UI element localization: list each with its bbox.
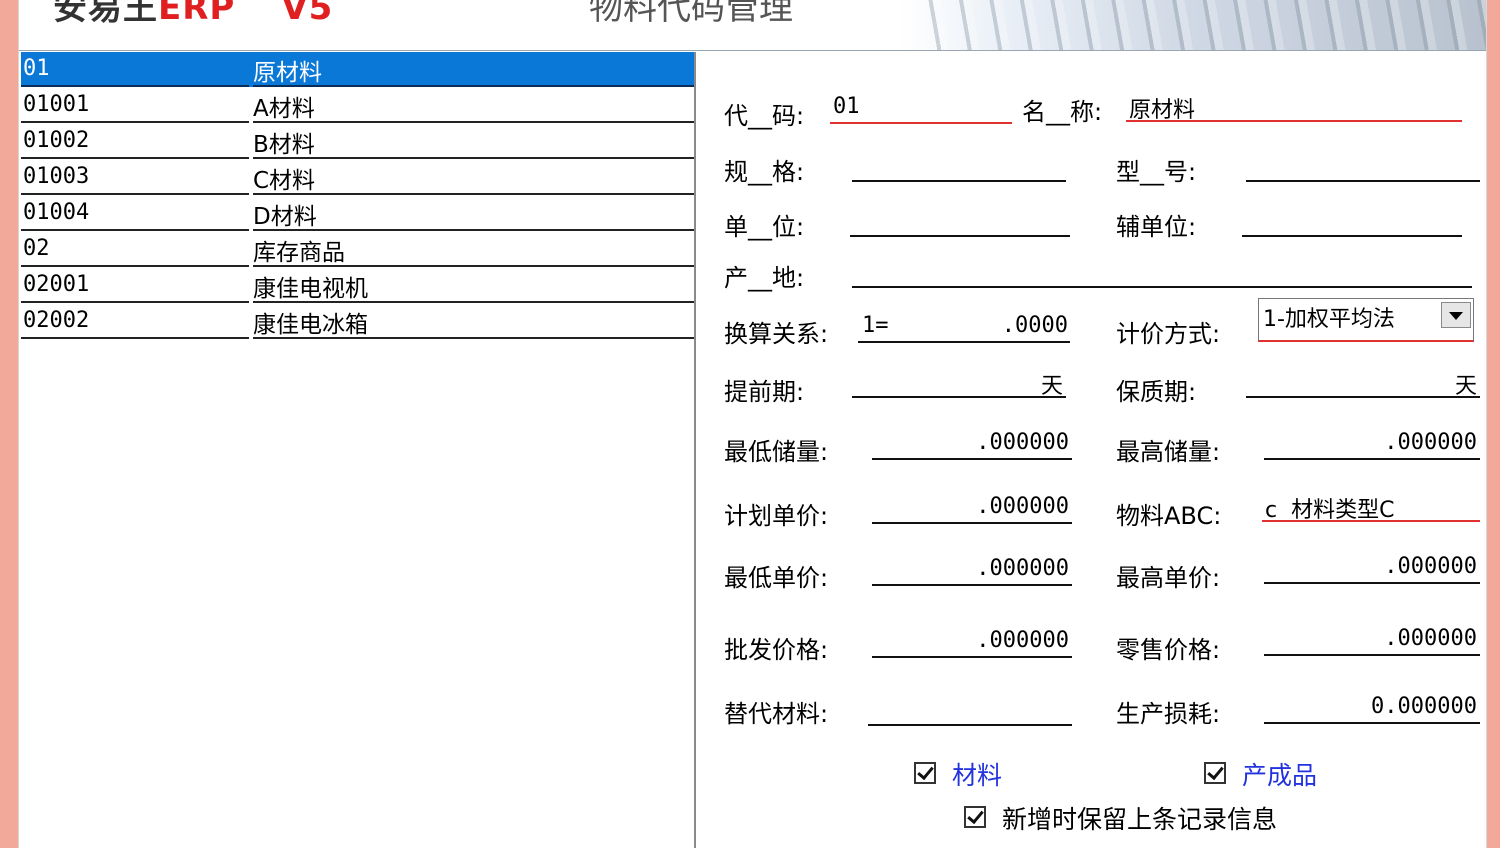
unit-field[interactable] bbox=[850, 207, 1070, 237]
name-label: 名__称: bbox=[1022, 98, 1103, 126]
aux-unit-label: 辅单位: bbox=[1116, 213, 1197, 241]
wholesale-field[interactable]: .000000 bbox=[872, 628, 1072, 658]
list-code: 01004 bbox=[23, 200, 90, 225]
name-field[interactable]: 原材料 bbox=[1126, 92, 1462, 123]
lead-time-label: 提前期: bbox=[724, 378, 805, 406]
list-name: C材料 bbox=[253, 168, 316, 194]
list-row[interactable]: 01002 B材料 bbox=[21, 124, 694, 159]
abc-field[interactable]: c 材料类型C bbox=[1262, 492, 1480, 523]
list-row[interactable]: 01004 D材料 bbox=[21, 196, 694, 231]
min-price-label: 最低单价: bbox=[724, 564, 829, 592]
list-code: 01003 bbox=[23, 164, 90, 189]
list-code: 01 bbox=[23, 56, 50, 81]
conversion-prefix: 1= bbox=[862, 313, 889, 338]
spec-field[interactable] bbox=[852, 152, 1066, 182]
list-row-selected[interactable]: 01 原材料 bbox=[21, 52, 694, 87]
max-stock-field[interactable]: .000000 bbox=[1264, 430, 1480, 460]
min-stock-field[interactable]: .000000 bbox=[872, 430, 1072, 460]
model-label: 型__号: bbox=[1116, 158, 1197, 186]
list-code: 01002 bbox=[23, 128, 90, 153]
list-name: B材料 bbox=[253, 132, 315, 158]
list-row[interactable]: 01001 A材料 bbox=[21, 88, 694, 123]
lead-time-field[interactable]: 天 bbox=[852, 368, 1066, 399]
list-row[interactable]: 01003 C材料 bbox=[21, 160, 694, 195]
list-name: D材料 bbox=[253, 204, 317, 230]
list-code: 02 bbox=[23, 236, 50, 261]
list-row[interactable]: 02002 康佳电冰箱 bbox=[21, 304, 694, 339]
list-row[interactable]: 02 库存商品 bbox=[21, 232, 694, 267]
unit-label: 单__位: bbox=[724, 213, 805, 241]
material-list[interactable]: 01 原材料 01001 A材料 01002 B材料 01003 C材料 010… bbox=[21, 52, 696, 848]
list-name: 康佳电冰箱 bbox=[253, 312, 368, 338]
pricing-dropdown[interactable]: 1-加权平均法 bbox=[1258, 298, 1474, 342]
loss-label: 生产损耗: bbox=[1116, 700, 1221, 728]
max-price-field[interactable]: .000000 bbox=[1264, 554, 1480, 584]
code-field[interactable]: 01 bbox=[830, 94, 1012, 124]
retail-label: 零售价格: bbox=[1116, 636, 1221, 664]
plan-price-field[interactable]: .000000 bbox=[872, 494, 1072, 524]
list-row[interactable]: 02001 康佳电视机 bbox=[21, 268, 694, 303]
list-code: 02002 bbox=[23, 308, 90, 333]
material-checkbox[interactable] bbox=[914, 762, 936, 784]
origin-label: 产__地: bbox=[724, 264, 805, 292]
list-name: 库存商品 bbox=[253, 240, 345, 266]
retail-field[interactable]: .000000 bbox=[1264, 626, 1480, 656]
code-label: 代__码: bbox=[724, 102, 805, 130]
plan-price-label: 计划单价: bbox=[724, 502, 829, 530]
list-code: 02001 bbox=[23, 272, 90, 297]
window-title: 物料代码管理 bbox=[589, 0, 793, 28]
max-price-label: 最高单价: bbox=[1116, 564, 1221, 592]
keep-record-checkbox[interactable] bbox=[964, 806, 986, 828]
list-code: 01001 bbox=[23, 92, 90, 117]
aux-unit-field[interactable] bbox=[1242, 207, 1462, 237]
chevron-down-icon[interactable] bbox=[1441, 302, 1471, 328]
conversion-value: .0000 bbox=[1001, 313, 1068, 338]
max-stock-label: 最高储量: bbox=[1116, 438, 1221, 466]
loss-field[interactable]: 0.000000 bbox=[1264, 694, 1480, 724]
pricing-label: 计价方式: bbox=[1116, 320, 1221, 348]
banner-building-image bbox=[919, 0, 1486, 50]
keep-record-label[interactable]: 新增时保留上条记录信息 bbox=[1002, 800, 1277, 836]
list-name: 康佳电视机 bbox=[253, 276, 368, 302]
min-stock-label: 最低储量: bbox=[724, 438, 829, 466]
wholesale-label: 批发价格: bbox=[724, 636, 829, 664]
conversion-field[interactable]: 1= .0000 bbox=[858, 313, 1070, 343]
app-banner: 安易王ERP V5 物料代码管理 bbox=[19, 0, 1486, 51]
shelf-life-field[interactable]: 天 bbox=[1246, 368, 1480, 399]
lead-time-unit: 天 bbox=[1040, 374, 1063, 399]
min-price-field[interactable]: .000000 bbox=[872, 556, 1072, 586]
list-name: 原材料 bbox=[253, 60, 322, 86]
spec-label: 规__格: bbox=[724, 158, 805, 186]
substitute-label: 替代材料: bbox=[724, 700, 829, 728]
origin-field[interactable] bbox=[852, 258, 1472, 288]
pricing-selected: 1-加权平均法 bbox=[1263, 307, 1395, 332]
abc-label: 物料ABC: bbox=[1116, 502, 1222, 530]
material-code-window: 安易王ERP V5 物料代码管理 01 原材料 01001 A材料 01002 B… bbox=[18, 0, 1487, 848]
conversion-label: 换算关系: bbox=[724, 320, 829, 348]
material-checkbox-label[interactable]: 材料 bbox=[952, 756, 1002, 792]
shelf-life-label: 保质期: bbox=[1116, 378, 1197, 406]
app-brand: 安易王ERP V5 bbox=[53, 0, 334, 28]
list-name: A材料 bbox=[253, 96, 315, 122]
product-checkbox-label[interactable]: 产成品 bbox=[1242, 756, 1317, 792]
substitute-field[interactable] bbox=[868, 696, 1072, 726]
material-detail-form: 代__码: 01 名__称: 原材料 规__格: 型__号: 单__位: 辅单位… bbox=[696, 52, 1486, 848]
product-checkbox[interactable] bbox=[1204, 762, 1226, 784]
shelf-life-unit: 天 bbox=[1454, 374, 1477, 399]
model-field[interactable] bbox=[1246, 152, 1480, 182]
